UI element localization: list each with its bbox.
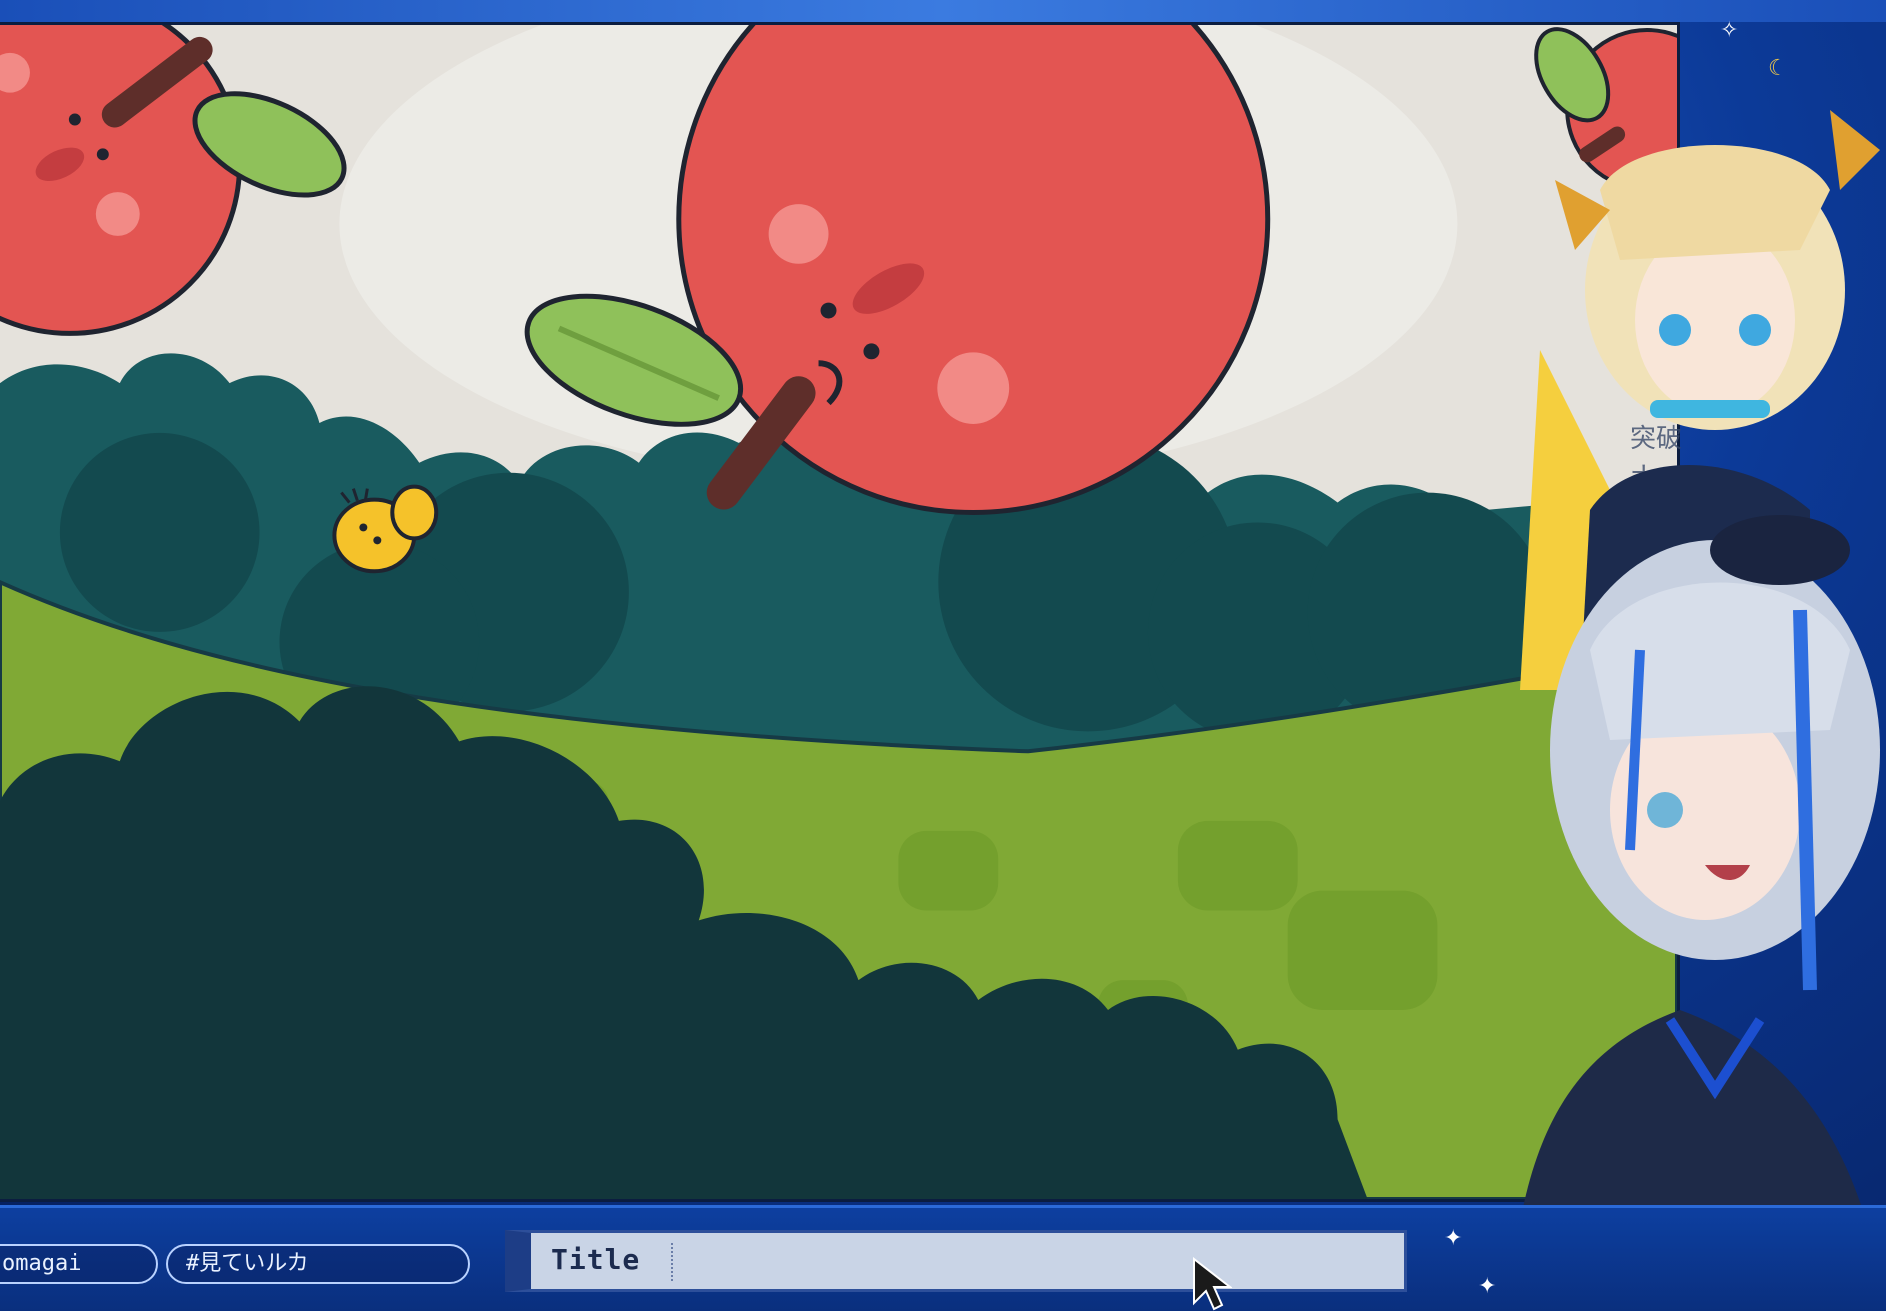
sparkle-icon: ✧ — [1720, 18, 1739, 43]
sparkle-icon: ✦ — [1478, 1274, 1497, 1299]
overlay-line-2: ナ — [1630, 462, 1657, 492]
title-divider — [671, 1243, 673, 1281]
sparkle-icon: ✦ — [1444, 1226, 1463, 1251]
frame-top-strip — [0, 0, 1886, 22]
dark-teal-bush — [59, 432, 260, 632]
stream-title-label: Title — [551, 1243, 641, 1276]
stream-title-box: Title — [505, 1230, 1407, 1292]
moon-icon: ☾ — [1768, 56, 1788, 81]
game-scene — [0, 25, 1677, 1199]
hashtag-pill: #見ていルカ — [166, 1244, 470, 1284]
hashtag-pill: omagai — [0, 1244, 158, 1284]
partial-overlay-text: 突破 ナ — [1630, 420, 1682, 496]
game-viewport[interactable] — [0, 22, 1680, 1202]
overlay-line-1: 突破 — [1630, 424, 1683, 454]
mouse-cursor-icon — [1193, 1257, 1232, 1311]
